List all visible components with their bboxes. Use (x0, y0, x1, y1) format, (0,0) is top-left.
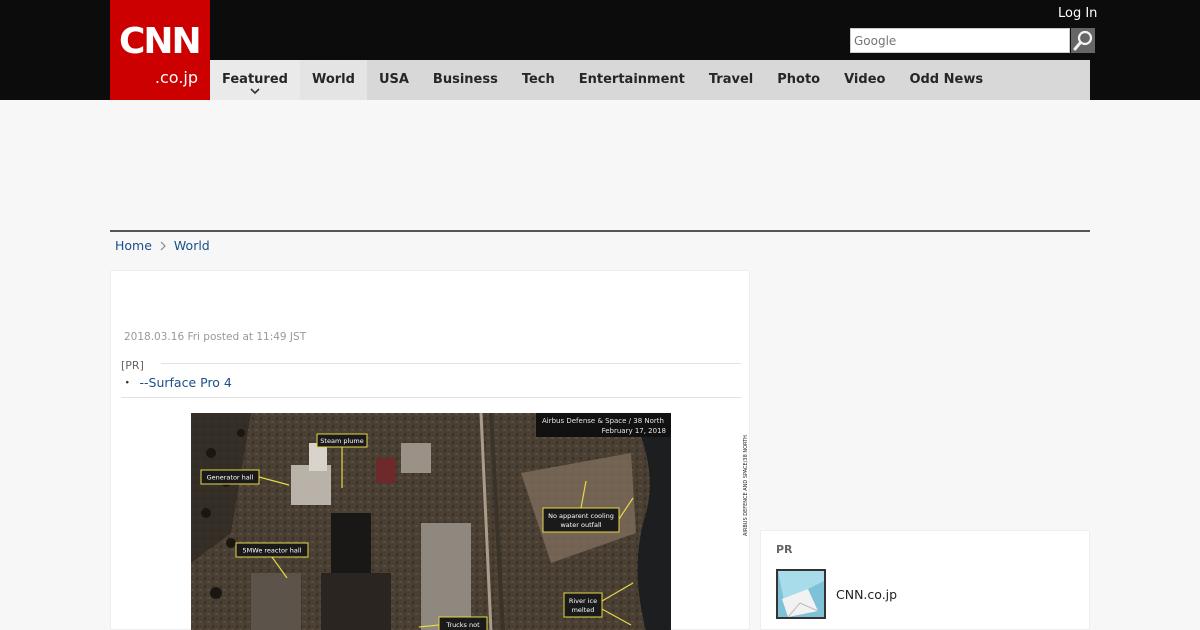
nav-business[interactable]: Business (421, 60, 510, 100)
logo-domain: .co.jp (154, 68, 198, 87)
chevron-right-icon (160, 241, 166, 251)
callout-trucks-text: Trucks not (445, 621, 480, 629)
search-input[interactable] (851, 29, 1069, 52)
cnn-logo[interactable]: CNN .co.jp (110, 0, 210, 100)
main-nav: Featured World USA Business Tech Enterta… (210, 60, 1090, 100)
callout-no-cooling-line2: water outfall (560, 521, 601, 529)
section-divider (110, 230, 1090, 232)
nav-featured-label: Featured (222, 72, 288, 87)
search-button[interactable] (1071, 28, 1095, 53)
logo-text: CNN (119, 21, 202, 62)
callout-steam-plume-text: Steam plume (320, 437, 363, 445)
image-credit-line2: February 17, 2018 (602, 427, 666, 435)
callout-generator-hall-text: Generator hall (207, 474, 254, 482)
nav-world[interactable]: World (299, 60, 367, 100)
sidebar-pr-label: PR (776, 543, 793, 556)
image-side-credit-text: AIRBUS DEFENCE AND SPACE/38 NORTH (743, 435, 749, 536)
sidebar-pr-card: PR CNN.co.jp (760, 530, 1090, 630)
satellite-image-graphic: Airbus Defense & Space / 38 North Februa… (191, 413, 671, 630)
pr-divider-top (161, 363, 741, 364)
nav-photo[interactable]: Photo (765, 60, 832, 100)
sidebar-pr-link[interactable]: CNN.co.jp (836, 587, 897, 603)
nav-entertainment[interactable]: Entertainment (567, 60, 697, 100)
nav-video[interactable]: Video (832, 60, 897, 100)
search-icon (1073, 30, 1093, 51)
pr-link[interactable]: --Surface Pro 4 (140, 375, 232, 390)
breadcrumb-home[interactable]: Home (115, 238, 152, 254)
image-credit-line1: Airbus Defense & Space / 38 North (542, 417, 664, 425)
pr-label: [PR] (121, 359, 144, 372)
sidebar-pr-thumbnail[interactable] (776, 569, 826, 619)
envelope-icon (778, 571, 824, 617)
nav-usa[interactable]: USA (367, 60, 421, 100)
bullet: ・ (121, 375, 134, 390)
pr-link-row: ・ --Surface Pro 4 (121, 375, 232, 391)
nav-featured[interactable]: Featured (210, 60, 300, 100)
callout-reactor-hall-text: 5MWe reactor hall (243, 547, 302, 555)
article-satellite-image: Airbus Defense & Space / 38 North Februa… (191, 413, 671, 630)
callout-river-ice-line1: River ice (569, 597, 597, 605)
chevron-down-icon (250, 88, 260, 94)
callout-no-cooling-line1: No apparent cooling (548, 512, 614, 520)
nav-tech[interactable]: Tech (510, 60, 567, 100)
article-card: 2018.03.16 Fri posted at 11:49 JST [PR] … (110, 270, 750, 630)
search-field-wrapper (850, 28, 1070, 53)
nav-odd-news[interactable]: Odd News (897, 60, 995, 100)
article-dateline: 2018.03.16 Fri posted at 11:49 JST (124, 331, 307, 343)
image-side-credit: AIRBUS DEFENCE AND SPACE/38 NORTH (739, 416, 751, 536)
pr-divider-bottom (121, 397, 741, 398)
login-link[interactable]: Log In (1058, 6, 1097, 22)
breadcrumb: Home World (115, 238, 210, 254)
breadcrumb-world[interactable]: World (174, 238, 210, 254)
callout-river-ice-line2: melted (572, 606, 595, 614)
nav-travel[interactable]: Travel (697, 60, 765, 100)
